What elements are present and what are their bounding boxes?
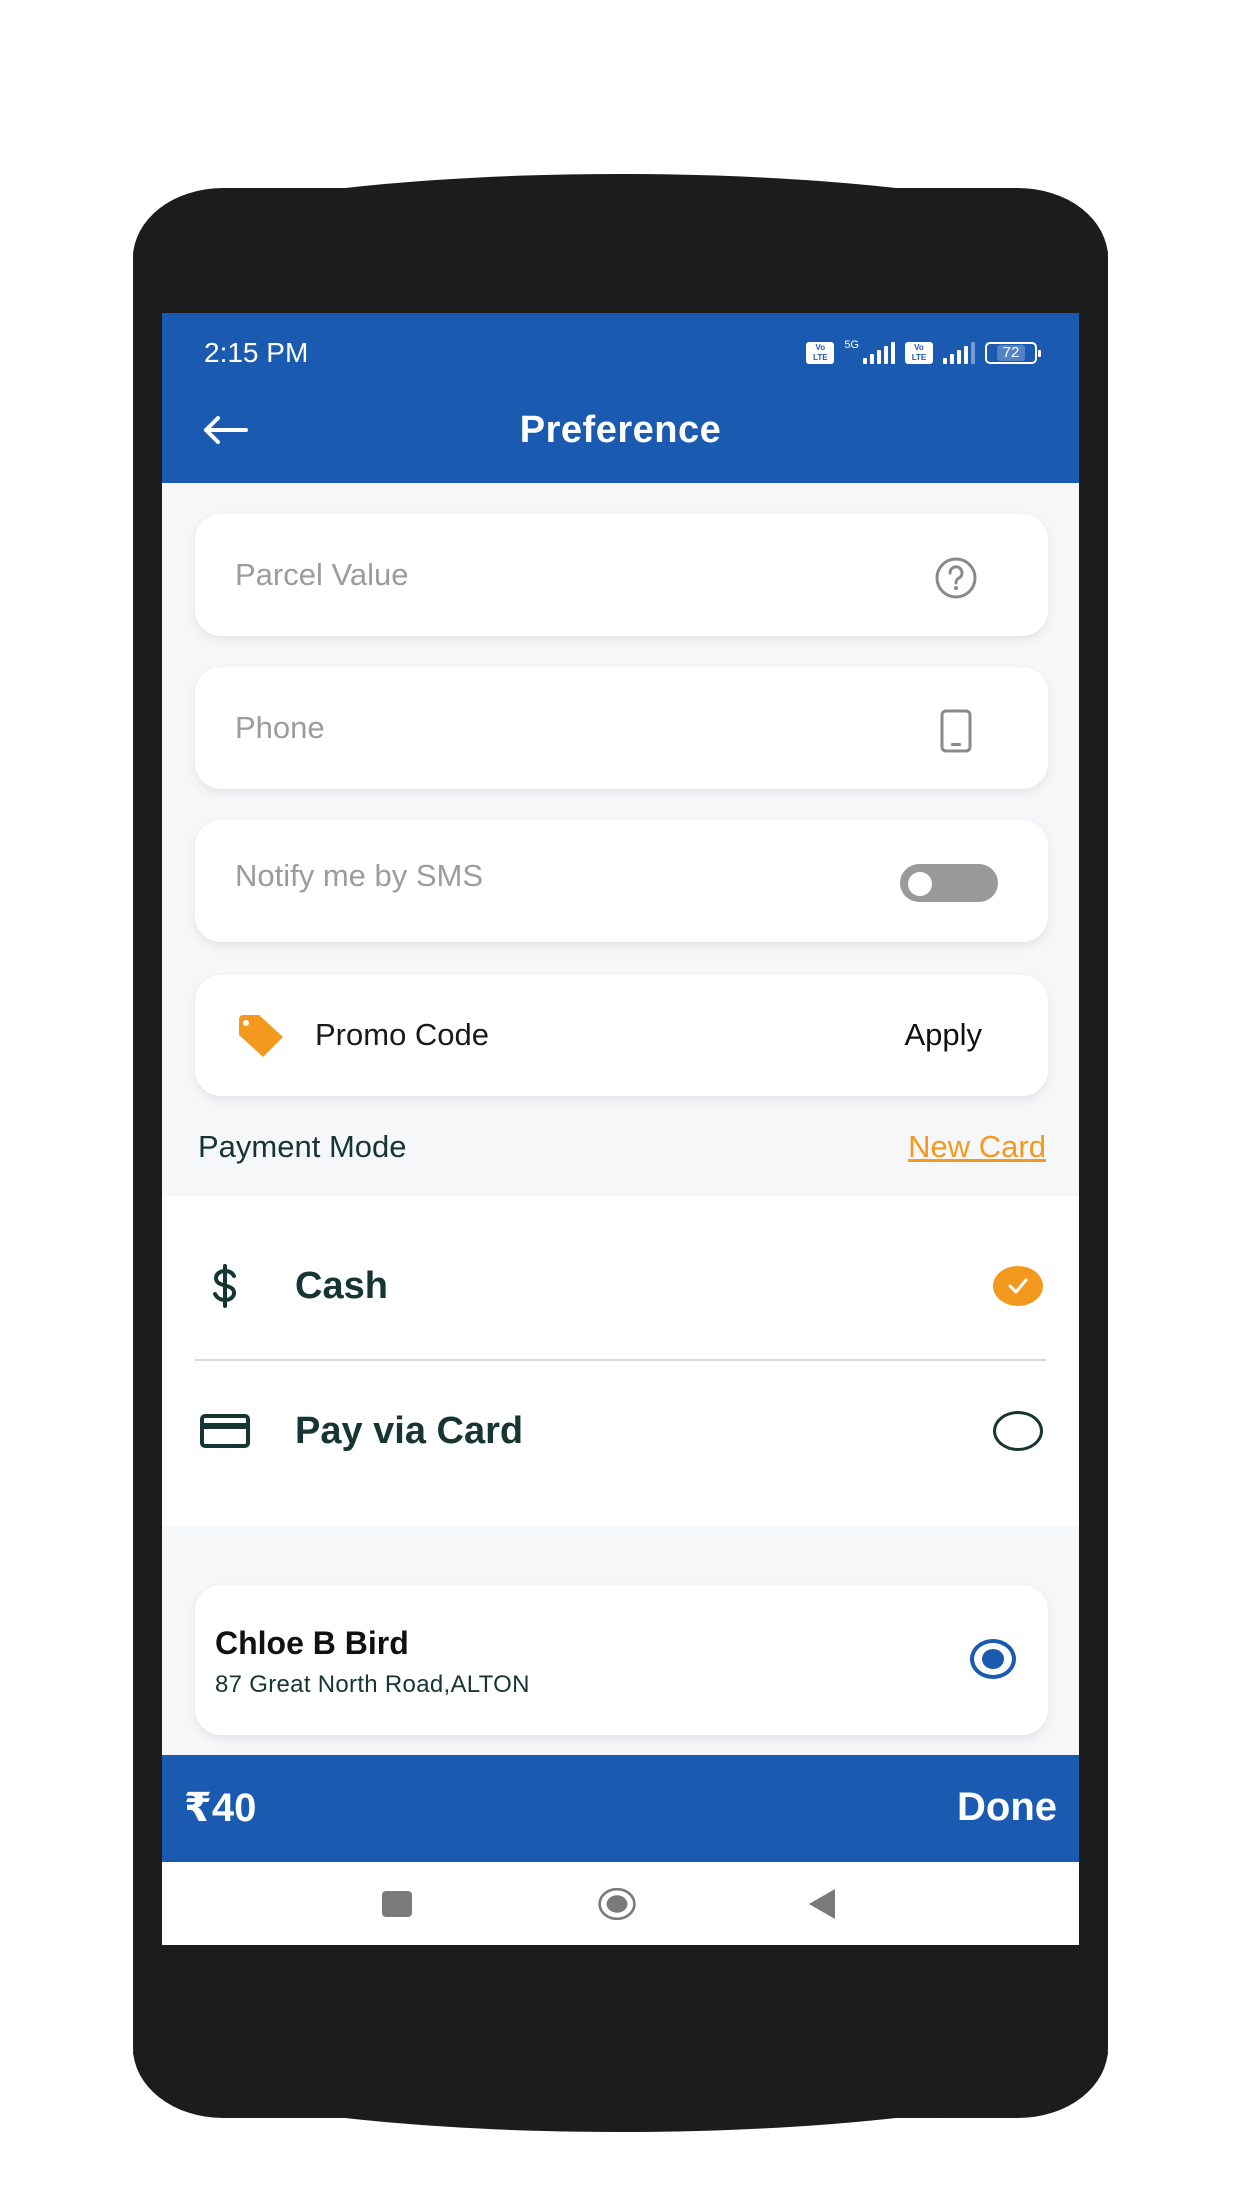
tag-icon (239, 1015, 283, 1057)
page-title: Preference (519, 409, 722, 451)
system-nav-bar (162, 1862, 1079, 1945)
promo-code-label: Promo Code (315, 1017, 490, 1052)
volte-icon: Vo LTE (806, 342, 835, 364)
app-bar: 2:15 PM Vo LTE 5G Vo LTE 72 Preference (162, 313, 1079, 483)
smartphone-icon (932, 707, 980, 755)
payment-option-label: Cash (295, 1265, 388, 1307)
payment-options: Cash Pay via Card (162, 1196, 1079, 1526)
battery-level: 72 (996, 345, 1026, 361)
sms-notify-toggle[interactable] (900, 864, 998, 902)
signal-icon (943, 342, 975, 364)
radio-unchecked-icon (993, 1411, 1043, 1451)
payment-option-card[interactable]: Pay via Card (162, 1361, 1079, 1501)
signal-5g-icon (863, 342, 895, 364)
done-button[interactable]: Done (957, 1785, 1057, 1830)
payment-mode-label: Payment Mode (198, 1129, 407, 1164)
new-card-link[interactable]: New Card (908, 1129, 1046, 1165)
radio-dot-icon (982, 1649, 1004, 1669)
address-name: Chloe B Bird (215, 1625, 409, 1661)
credit-card-icon (198, 1409, 252, 1453)
address-radio-selected[interactable] (970, 1639, 1016, 1679)
volte-icon: Vo LTE (905, 342, 933, 364)
payment-option-cash[interactable]: Cash (162, 1216, 1079, 1356)
address-line: 87 Great North Road,ALTON (215, 1671, 530, 1698)
radio-checked-icon (993, 1266, 1043, 1306)
status-icons: Vo LTE 5G Vo LTE 72 (806, 339, 1041, 367)
parcel-value-card (195, 514, 1048, 636)
phone-input[interactable] (195, 667, 1048, 789)
phone-card (195, 667, 1048, 789)
home-button[interactable] (597, 1884, 637, 1924)
back-nav-button[interactable] (802, 1884, 842, 1924)
sms-notify-card: Notify me by SMS (195, 820, 1048, 942)
app-screen: 2:15 PM Vo LTE 5G Vo LTE 72 Preference P… (162, 313, 1079, 1945)
promo-code-card[interactable]: Promo Code Apply (195, 975, 1048, 1096)
payment-option-label: Pay via Card (295, 1410, 524, 1452)
checkout-bar: ₹40 Done (162, 1755, 1079, 1862)
back-icon (809, 1889, 835, 1919)
sms-notify-label: Notify me by SMS (235, 858, 484, 893)
status-time: 2:15 PM (204, 337, 309, 368)
dollar-icon (198, 1264, 252, 1308)
total-price: ₹40 (184, 1786, 257, 1830)
network-type-label: 5G (844, 339, 859, 351)
recents-button[interactable] (377, 1884, 417, 1924)
toggle-knob (908, 872, 932, 896)
apply-promo-button[interactable]: Apply (904, 1017, 982, 1053)
help-circle-icon[interactable] (932, 554, 980, 602)
address-card[interactable]: Chloe B Bird 87 Great North Road,ALTON (195, 1585, 1048, 1735)
recents-icon (382, 1891, 412, 1917)
battery-icon: 72 (985, 342, 1041, 364)
parcel-value-input[interactable] (195, 514, 1048, 636)
home-icon (598, 1887, 636, 1921)
